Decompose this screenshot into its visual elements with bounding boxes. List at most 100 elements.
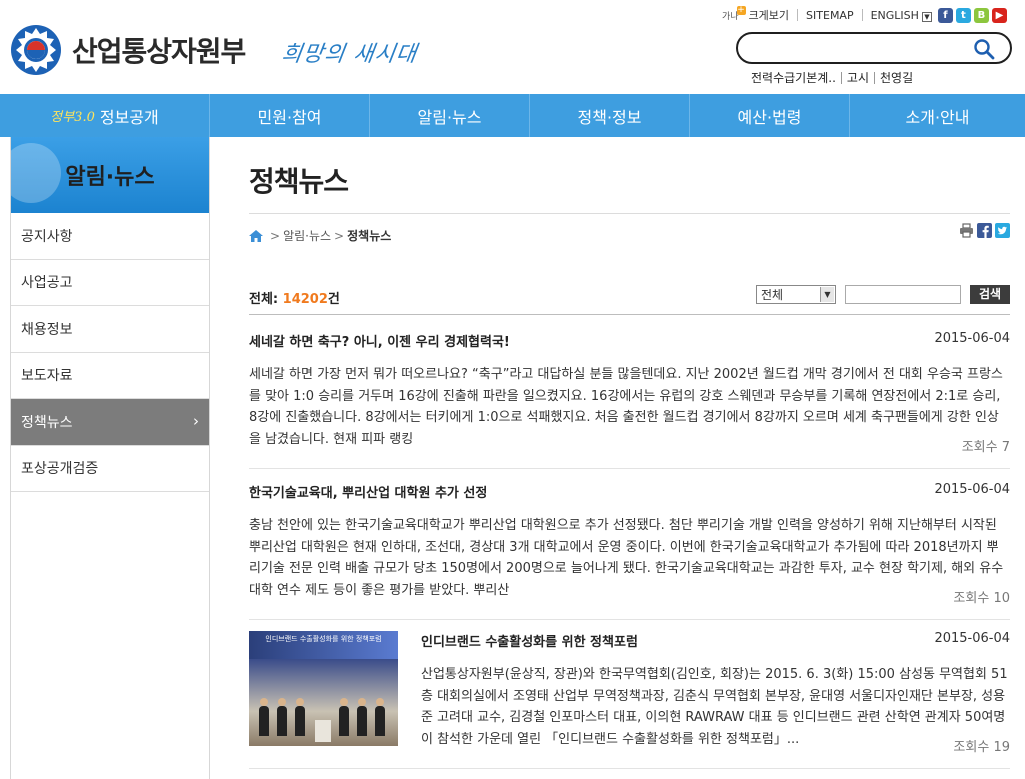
search-icon[interactable] (972, 37, 996, 61)
breadcrumb: > 알림·뉴스 > 정책뉴스 (249, 227, 391, 244)
count-number: 14202 (282, 292, 328, 307)
post-date: 2015-06-04 (934, 331, 1010, 346)
nav-item-label: 예산·법령 (737, 107, 802, 127)
post-title[interactable]: 한국기술교육대, 뿌리산업 대학원 추가 선정 (249, 482, 487, 501)
zoom-plus-icon: + (736, 4, 746, 15)
twitter-share-icon[interactable] (995, 223, 1010, 238)
english-label: ENGLISH (870, 8, 919, 22)
facebook-share-icon[interactable] (977, 223, 992, 238)
twitter-icon[interactable]: t (955, 7, 971, 23)
sidebar-item-label: 사업공고 (21, 275, 73, 292)
nav-item[interactable]: 예산·법령 (690, 94, 850, 137)
ministry-name: 산업통상자원부 (72, 35, 246, 68)
nav-item-label: 민원·참여 (257, 107, 322, 127)
breadcrumb-separator: > (334, 228, 345, 243)
chevron-down-icon: ▼ (820, 287, 834, 302)
sidebar-item-label: 보도자료 (21, 368, 73, 385)
sidebar-decoration (11, 143, 61, 203)
sitemap-link[interactable]: SITEMAP (806, 9, 854, 22)
blog-icon[interactable]: B (973, 7, 989, 23)
zoom-button[interactable]: 가나 + 크게보기 (722, 4, 790, 23)
list-search-button[interactable]: 검색 (970, 285, 1010, 304)
popular-keyword[interactable]: 고시 (840, 72, 874, 84)
divider (249, 468, 1010, 469)
view-count: 조회수 10 (953, 587, 1010, 606)
home-icon[interactable] (249, 229, 263, 242)
chevron-right-icon: › (193, 412, 199, 430)
view-count: 조회수 7 (962, 436, 1010, 455)
sidebar-title: 알림·뉴스 (11, 137, 209, 213)
sidebar-item[interactable]: 채용정보 (11, 306, 209, 353)
nav-item[interactable]: 정책·정보 (530, 94, 690, 137)
sidebar-item-label: 공지사항 (21, 228, 73, 245)
breadcrumb-parent[interactable]: 알림·뉴스 (283, 227, 331, 244)
facebook-icon[interactable]: f (937, 7, 953, 23)
post-title[interactable]: 인디브랜드 수출활성화를 위한 정책포럼 (421, 631, 638, 650)
filter-select-value: 전체 (761, 288, 784, 302)
english-link[interactable]: ENGLISH ▼ (871, 9, 932, 22)
thumbnail-caption: 인디브랜드 수출활성화를 위한 정책포럼 (265, 635, 382, 643)
post-thumbnail[interactable]: 인디브랜드 수출활성화를 위한 정책포럼 (249, 631, 398, 746)
list-search-input[interactable] (845, 285, 961, 304)
nav-item-label: 정책·정보 (577, 107, 642, 127)
nav-item-label: 알림·뉴스 (417, 107, 482, 127)
view-count: 조회수 19 (953, 736, 1010, 755)
nav-item[interactable]: 알림·뉴스 (370, 94, 530, 137)
post-date: 2015-06-04 (934, 631, 1010, 646)
sidebar-item[interactable]: 사업공고 (11, 260, 209, 306)
sidebar-item[interactable]: 공지사항 (11, 213, 209, 260)
divider (249, 314, 1010, 315)
count-label: 전체: (249, 292, 279, 307)
divider (861, 9, 863, 21)
thumbnail-banner: 인디브랜드 수출활성화를 위한 정책포럼 (249, 631, 398, 659)
person-figure (339, 698, 349, 736)
sidebar-menu: 공지사항사업공고채용정보보도자료정책뉴스 › 포상공개검증 (11, 213, 209, 492)
view-count-value: 19 (993, 740, 1010, 755)
breadcrumb-separator: > (270, 228, 281, 243)
view-count-label: 조회수 (961, 440, 998, 455)
nav-item[interactable]: 소개·안내 (850, 94, 1025, 137)
youtube-icon[interactable]: ▶ (991, 7, 1007, 23)
utility-menu: 가나 + 크게보기 SITEMAP ENGLISH ▼ f t B ▶ (722, 5, 1007, 25)
post-summary[interactable]: 충남 천안에 있는 한국기술교육대학교가 뿌리산업 대학원으로 추가 선정됐다.… (249, 515, 1010, 601)
view-count-label: 조회수 (953, 740, 990, 755)
sidebar-item-label: 포상공개검증 (21, 461, 99, 478)
nav-item-label: 소개·안내 (905, 107, 970, 127)
search-filter-select[interactable]: 전체 ▼ (756, 285, 836, 304)
breadcrumb-current: 정책뉴스 (347, 229, 392, 243)
person-figure (357, 698, 367, 736)
sidebar-title-label: 알림·뉴스 (65, 165, 155, 190)
print-icon[interactable] (959, 223, 974, 238)
search-input[interactable] (752, 39, 967, 57)
view-count-value: 10 (993, 591, 1010, 606)
post-title[interactable]: 세네갈 하면 축구? 아니, 이젠 우리 경제협력국! (249, 331, 510, 350)
popular-keyword[interactable]: 전력수급기본계.. (751, 72, 841, 84)
podium (315, 720, 331, 742)
list-toolbar: 전체: 14202건 전체 ▼ 검색 (249, 285, 1010, 307)
sidebar: 알림·뉴스 공지사항사업공고채용정보보도자료정책뉴스 › 포상공개검증 (10, 137, 210, 779)
nav-item[interactable]: 정부3.0 정보공개 (0, 94, 210, 137)
person-figure (375, 698, 385, 736)
divider (249, 213, 1010, 214)
page-title: 정책뉴스 (249, 165, 349, 198)
social-links: f t B ▶ (937, 7, 1007, 23)
post-summary[interactable]: 세네갈 하면 가장 먼저 뭐가 떠오르나요? “축구”라고 대답하실 분들 많을… (249, 364, 1010, 450)
divider (249, 619, 1010, 620)
sidebar-item[interactable]: 포상공개검증 (11, 446, 209, 492)
slogan-text: 희망의 새시대 (279, 42, 419, 67)
chevron-down-icon: ▼ (921, 11, 932, 22)
total-count: 전체: 14202건 (249, 288, 340, 307)
search-bar (736, 32, 1012, 64)
post-date: 2015-06-04 (934, 482, 1010, 497)
nav-item[interactable]: 민원·참여 (210, 94, 370, 137)
sidebar-item[interactable]: 정책뉴스 › (11, 399, 209, 446)
divider (249, 768, 1010, 769)
zoom-label: 크게보기 (748, 9, 790, 22)
popular-keyword[interactable]: 천영길 (874, 72, 918, 84)
site-logo[interactable]: 산업통상자원부 (10, 24, 246, 76)
sidebar-item[interactable]: 보도자료 (11, 353, 209, 399)
count-unit: 건 (327, 292, 340, 307)
nav-item-label: 정보공개 (99, 107, 159, 127)
post-summary[interactable]: 산업통상자원부(윤상직, 장관)와 한국무역협회(김인호, 회장)는 2015.… (421, 664, 1010, 750)
thumbnail-photo (249, 659, 398, 746)
